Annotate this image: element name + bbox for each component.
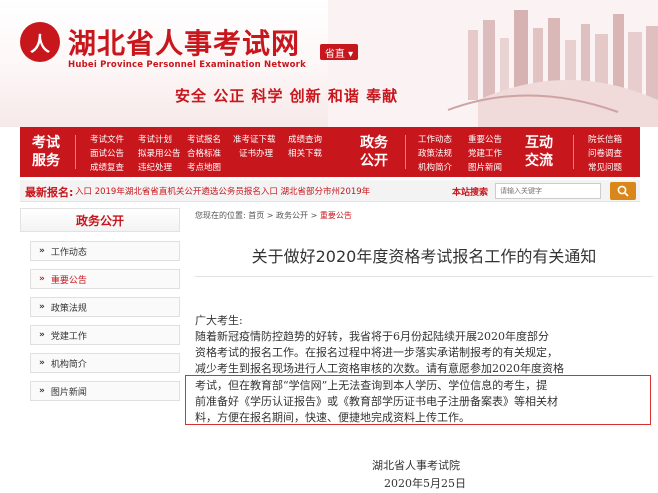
nav-link-score-review[interactable]: 成绩复查 (90, 161, 124, 173)
nav-link-important-notice[interactable]: 重要公告 (468, 133, 502, 145)
nav-link-score-query[interactable]: 成绩查询 (288, 133, 322, 145)
sidebar-item-organization[interactable]: » 机构简介 (30, 353, 180, 373)
nav-link-organization[interactable]: 机构简介 (418, 161, 452, 173)
double-chevron-right-icon: » (39, 386, 45, 396)
nav-link-hiring-notice[interactable]: 拟录用公告 (138, 147, 181, 159)
nav-link-director-mailbox[interactable]: 院长信箱 (588, 133, 622, 145)
sidebar-header: 政务公开 (20, 208, 180, 232)
nav-divider (405, 135, 406, 169)
nav-link-policies[interactable]: 政策法规 (418, 147, 452, 159)
nav-link-photo-news[interactable]: 图片新闻 (468, 161, 502, 173)
nav-divider (573, 135, 574, 169)
sidebar-item-policies[interactable]: » 政策法规 (30, 297, 180, 317)
nav-link-certificate[interactable]: 证书办理 (239, 147, 273, 159)
double-chevron-right-icon: » (39, 358, 45, 368)
breadcrumb-current[interactable]: 重要公告 (320, 211, 352, 220)
city-skyline-banner (328, 0, 658, 127)
nav-divider (75, 135, 76, 169)
sidebar-item-photo-news[interactable]: » 图片新闻 (30, 381, 180, 401)
breadcrumb-path[interactable]: 您现在的位置: 首页 > 政务公开 > (195, 211, 320, 220)
nav-link-exam-registration[interactable]: 考试报名 (187, 133, 221, 145)
nav-link-downloads[interactable]: 相关下载 (288, 147, 322, 159)
nav-link-interview-notice[interactable]: 面试公告 (90, 147, 124, 159)
breadcrumb: 您现在的位置: 首页 > 政务公开 > 重要公告 (195, 210, 352, 221)
title-divider (195, 276, 653, 277)
signature-date: 2020年5月25日 (384, 477, 466, 490)
nav-link-exam-plan[interactable]: 考试计划 (138, 133, 172, 145)
search-input[interactable] (495, 183, 601, 199)
highlight-annotation-box (185, 375, 651, 425)
nav-link-survey[interactable]: 问卷调查 (588, 147, 622, 159)
sidebar-item-label: 图片新闻 (50, 387, 87, 398)
site-subtitle: Hubei Province Personnel Examination Net… (68, 60, 306, 70)
search-icon (617, 185, 629, 197)
region-select[interactable]: 省直 ▾ (320, 44, 358, 60)
double-chevron-right-icon: » (39, 274, 45, 284)
double-chevron-right-icon: » (39, 302, 45, 312)
latest-registration-bar: 最新报名: 入口 2019年湖北省省直机关公开遴选公务员报名入口 湖北省部分市州… (20, 180, 640, 202)
nav-group-title-interaction[interactable]: 互动 交流 (525, 127, 553, 177)
article-body-line: 资格考试的报名工作。在报名过程中将进一步落实承诺制报考的有关规定， (195, 346, 558, 359)
search-button[interactable] (610, 182, 636, 200)
article-body-line: 减少考生到报名现场进行人工资格审核的次数。请有意愿参加2020年度资格 (195, 362, 564, 375)
sidebar-item-party-building[interactable]: » 党建工作 (30, 325, 180, 345)
double-chevron-right-icon: » (39, 330, 45, 340)
nav-group-title-government-affairs[interactable]: 政务 公开 (360, 127, 388, 177)
sidebar-item-label: 工作动态 (50, 247, 87, 258)
logo-emblem-icon[interactable]: 人 (20, 22, 60, 62)
sidebar-item-work-news[interactable]: » 工作动态 (30, 241, 180, 261)
site-search-label: 本站搜索 (452, 188, 489, 198)
sidebar-item-label: 机构简介 (50, 359, 87, 370)
nav-link-admission-ticket[interactable]: 准考证下载 (233, 133, 276, 145)
nav-link-discipline[interactable]: 违纪处理 (138, 161, 172, 173)
ticker-label: 最新报名: (25, 186, 74, 199)
nav-link-passing-standard[interactable]: 合格标准 (187, 147, 221, 159)
sidebar: 政务公开 » 工作动态 » 重要公告 » 政策法规 » 党建工作 » 机构简介 … (20, 208, 180, 408)
sidebar-item-label: 党建工作 (50, 331, 87, 342)
article-title: 关于做好2020年度资格考试报名工作的有关通知 (251, 247, 597, 266)
site-header: 人 湖北省人事考试网 Hubei Province Personnel Exam… (0, 0, 658, 127)
nav-link-party-building[interactable]: 党建工作 (468, 147, 502, 159)
main-nav: 考试 服务 考试文件 考试计划 考试报名 准考证下载 成绩查询 面试公告 拟录用公… (20, 127, 640, 177)
site-title[interactable]: 湖北省人事考试网 (68, 22, 300, 62)
sidebar-item-label: 重要公告 (50, 275, 87, 286)
sidebar-item-label: 政策法规 (50, 303, 87, 314)
article-body-line: 随着新冠疫情防控趋势的好转，我省将于6月份起陆续开展2020年度部分 (195, 330, 549, 343)
nav-link-exam-files[interactable]: 考试文件 (90, 133, 124, 145)
nav-link-work-news[interactable]: 工作动态 (418, 133, 452, 145)
nav-link-faq[interactable]: 常见问题 (588, 161, 622, 173)
sidebar-item-important-notice[interactable]: » 重要公告 (30, 269, 180, 289)
signature-organization: 湖北省人事考试院 (372, 459, 460, 472)
double-chevron-right-icon: » (39, 246, 45, 256)
nav-link-test-site-map[interactable]: 考点地图 (187, 161, 221, 173)
nav-group-title-exam-service[interactable]: 考试 服务 (32, 127, 60, 177)
ticker-scroll-link[interactable]: 入口 2019年湖北省省直机关公开遴选公务员报名入口 湖北省部分市州2019年 (75, 185, 435, 197)
article-greeting: 广大考生: (195, 314, 243, 327)
site-slogan: 安全 公正 科学 创新 和谐 奉献 (175, 87, 399, 105)
